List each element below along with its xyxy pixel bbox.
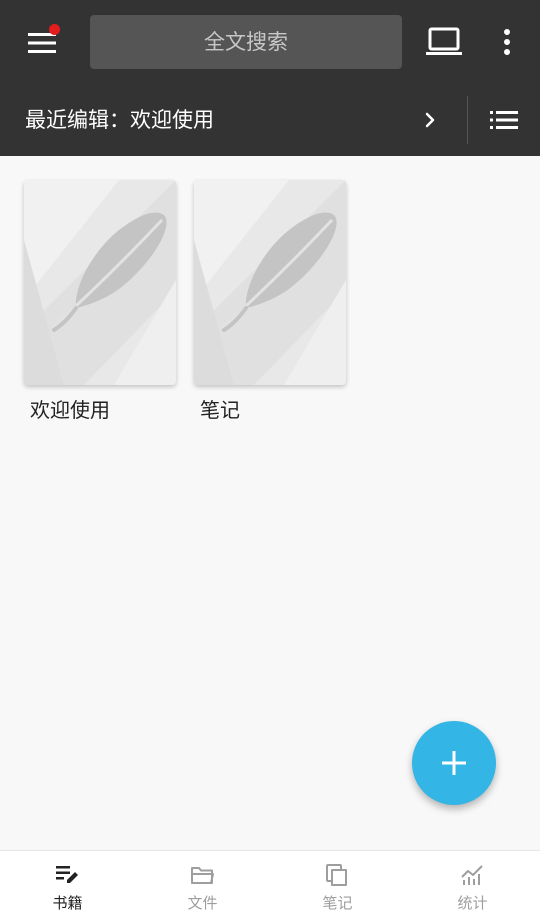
chart-icon: [461, 865, 483, 885]
recent-edit-prefix: 最近编辑：: [25, 108, 130, 132]
book-title: 欢迎使用: [30, 398, 110, 422]
laptop-sync-button[interactable]: [424, 24, 464, 60]
nav-label-books: 书籍: [52, 894, 83, 912]
notes-icon: [326, 864, 347, 886]
more-vert-icon: [504, 29, 510, 55]
nav-item-stats[interactable]: 统计: [405, 851, 540, 924]
folder-icon: [191, 867, 214, 884]
nav-item-files[interactable]: 文件: [135, 851, 270, 924]
book-item[interactable]: 笔记: [194, 180, 346, 423]
menu-button[interactable]: [18, 22, 66, 62]
add-book-button[interactable]: [412, 721, 496, 805]
nav-label-notes: 笔记: [322, 894, 353, 912]
full-text-search-input[interactable]: 全文搜索: [90, 15, 402, 69]
cover-art: [194, 180, 346, 385]
nav-label-files: 文件: [187, 894, 218, 912]
nav-item-books[interactable]: 书籍: [0, 851, 135, 924]
more-options-button[interactable]: [496, 24, 518, 60]
cover-art: [24, 180, 176, 385]
header-divider: [467, 96, 468, 144]
plus-icon: [442, 751, 466, 775]
nav-item-notes[interactable]: 笔记: [270, 851, 405, 924]
bottom-navigation: 书籍 文件 笔记 统计: [0, 850, 540, 924]
recent-edit-label[interactable]: 最近编辑：欢迎使用: [25, 106, 214, 134]
open-recent-button[interactable]: [416, 104, 446, 136]
top-app-bar: 全文搜索 最近编辑：欢迎使用: [0, 0, 540, 156]
list-icon: [490, 111, 518, 129]
book-cover: [24, 180, 176, 385]
book-item[interactable]: 欢迎使用: [24, 180, 176, 423]
book-title: 笔记: [200, 398, 240, 422]
recent-edit-title: 欢迎使用: [130, 108, 214, 132]
books-edit-icon: [56, 866, 78, 883]
notification-dot: [49, 24, 60, 35]
list-view-button[interactable]: [486, 104, 522, 136]
book-cover: [194, 180, 346, 385]
hamburger-icon: [28, 33, 56, 53]
nav-label-stats: 统计: [457, 894, 488, 912]
chevron-right-icon: [425, 112, 435, 128]
laptop-icon: [426, 27, 462, 55]
